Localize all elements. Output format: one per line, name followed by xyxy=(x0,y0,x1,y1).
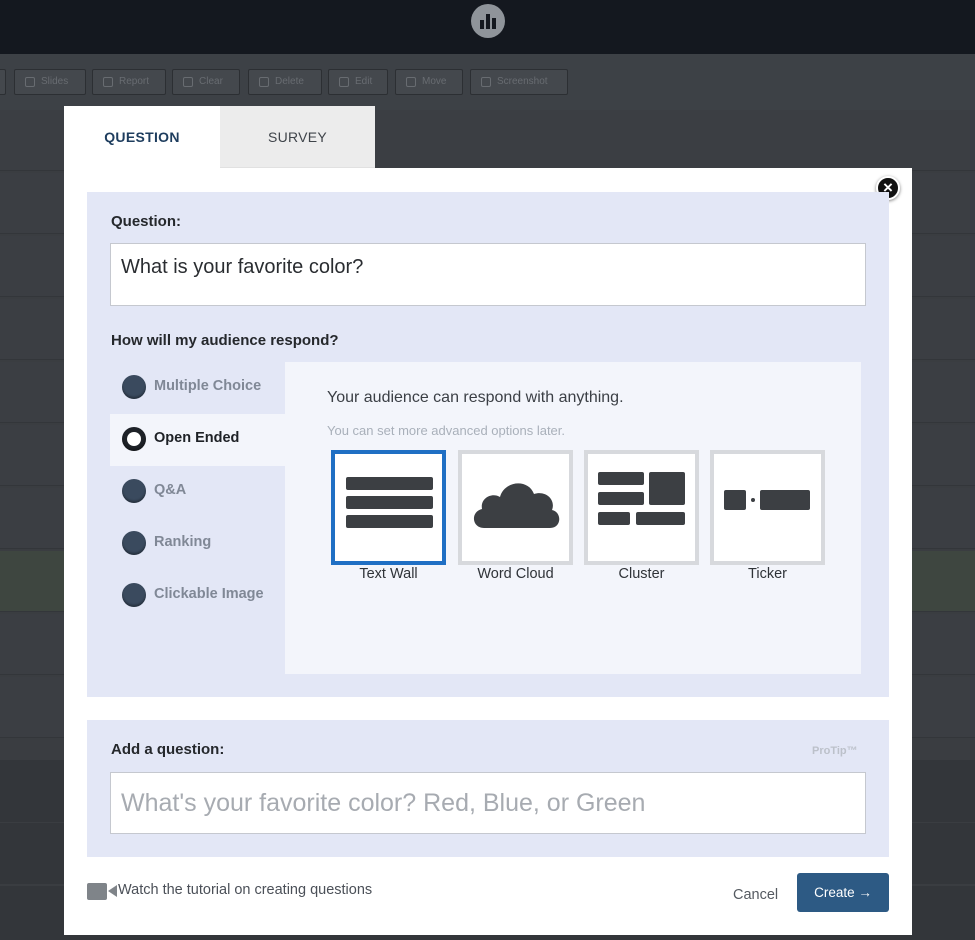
tab-survey[interactable]: SURVEY xyxy=(220,106,375,168)
viz-label-text-wall: Text Wall xyxy=(359,566,418,582)
top-bar xyxy=(0,0,975,54)
radio-icon xyxy=(122,375,146,399)
viz-label-cluster: Cluster xyxy=(618,566,665,582)
trash-icon xyxy=(259,77,269,87)
viz-label-ticker: Ticker xyxy=(748,566,787,582)
response-type-multiple-choice[interactable]: Multiple Choice xyxy=(110,362,285,414)
create-button[interactable]: Create → xyxy=(797,873,889,912)
viz-label-word-cloud: Word Cloud xyxy=(477,566,554,582)
tab-question[interactable]: QUESTION xyxy=(64,106,220,168)
slides-button[interactable]: Slides xyxy=(14,69,86,95)
pencil-icon xyxy=(339,77,349,87)
move-button[interactable]: Move xyxy=(395,69,463,95)
radio-selected-icon xyxy=(122,427,146,451)
response-type-clickable-image[interactable]: Clickable Image xyxy=(110,570,285,622)
link-icon xyxy=(25,77,35,87)
screenshot-button[interactable]: Screenshot xyxy=(470,69,568,95)
protip-link[interactable]: ProTip™ xyxy=(812,745,858,757)
question-label: Question: xyxy=(111,213,181,230)
add-question-input[interactable]: What's your favorite color? Red, Blue, o… xyxy=(110,772,866,834)
response-type-qa[interactable]: Q&A xyxy=(110,466,285,518)
respond-label: How will my audience respond? xyxy=(111,332,339,349)
viz-option-cluster[interactable] xyxy=(584,450,699,565)
add-question-label: Add a question: xyxy=(111,741,225,758)
tutorial-link[interactable]: Watch the tutorial on creating questions xyxy=(118,882,372,898)
radio-icon xyxy=(122,583,146,607)
camera-icon xyxy=(481,77,491,87)
poll-logo-icon xyxy=(471,4,505,38)
response-type-open-ended[interactable]: Open Ended xyxy=(110,414,285,466)
clear-button[interactable]: Clear xyxy=(172,69,240,95)
report-icon xyxy=(103,77,113,87)
radio-icon xyxy=(122,479,146,503)
options-headline: Your audience can respond with anything. xyxy=(327,389,624,406)
options-subline: You can set more advanced options later. xyxy=(327,423,566,438)
report-button[interactable]: Report xyxy=(92,69,166,95)
radio-icon xyxy=(122,531,146,555)
viz-option-ticker[interactable] xyxy=(710,450,825,565)
cancel-button[interactable]: Cancel xyxy=(733,887,778,903)
toolbar: Slides Report Clear Delete Edit Move Scr… xyxy=(0,54,975,110)
delete-button[interactable]: Delete xyxy=(248,69,322,95)
edit-button[interactable]: Edit xyxy=(328,69,388,95)
viz-option-text-wall[interactable] xyxy=(331,450,446,565)
question-input[interactable]: What is your favorite color? xyxy=(110,243,866,306)
move-icon xyxy=(406,77,416,87)
video-camera-icon[interactable] xyxy=(87,883,117,900)
response-type-ranking[interactable]: Ranking xyxy=(110,518,285,570)
toolbar-edge-button[interactable] xyxy=(0,69,6,95)
cloud-icon xyxy=(473,483,560,528)
clear-icon xyxy=(183,77,193,87)
viz-option-word-cloud[interactable] xyxy=(458,450,573,565)
